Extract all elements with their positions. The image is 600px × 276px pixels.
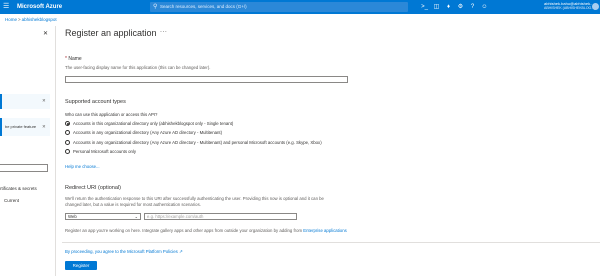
- policy-text: By proceeding, you agree to the Microsof…: [65, 249, 183, 255]
- register-button[interactable]: Register: [65, 261, 97, 270]
- radio-label: Personal Microsoft accounts only: [73, 148, 137, 154]
- page-title: Register an application: [65, 28, 157, 38]
- redirect-uri-placeholder: e.g. https://example.com/auth: [147, 214, 204, 219]
- gear-icon[interactable]: ⚙: [456, 2, 465, 12]
- platform-policies-link[interactable]: By proceeding, you agree to the Microsof…: [65, 249, 178, 254]
- top-bar: ☰ Microsoft Azure ⚲ Search resources, se…: [0, 0, 600, 14]
- close-icon[interactable]: ✕: [43, 30, 48, 37]
- search-icon: ⚲: [153, 4, 158, 10]
- divider: [62, 242, 600, 243]
- redirect-help-line1: We'll return the authentication response…: [65, 196, 324, 201]
- breadcrumb-home[interactable]: Home: [5, 17, 17, 22]
- radio-label: Accounts in any organizational directory…: [73, 139, 322, 145]
- feedback-icon[interactable]: ☺: [480, 2, 489, 12]
- name-help: The user-facing display name for this ap…: [65, 65, 211, 70]
- more-options-icon[interactable]: ...: [160, 27, 167, 34]
- breadcrumb-app[interactable]: abhishekblogspot: [22, 17, 57, 22]
- name-input[interactable]: [65, 76, 348, 83]
- breadcrumb-separator: >: [18, 17, 21, 22]
- user-account[interactable]: abhishek.bahu@abhishek... ABHISHEK (ABHI…: [544, 1, 596, 13]
- directory-filter-icon[interactable]: ◫: [432, 2, 441, 12]
- notice-text: be private feature: [5, 124, 37, 129]
- notice-banner: be private feature ✕: [0, 118, 50, 136]
- dismiss-icon[interactable]: ✕: [42, 124, 46, 130]
- platform-value: Web: [68, 214, 77, 219]
- redirect-heading: Redirect URI (optional): [65, 185, 121, 191]
- help-icon[interactable]: ?: [468, 2, 477, 12]
- nav-item-current[interactable]: Current: [4, 198, 19, 203]
- redirect-uri-input[interactable]: e.g. https://example.com/auth: [144, 213, 297, 220]
- name-label: * Name: [65, 56, 82, 62]
- notice-banner: ✕: [0, 94, 50, 109]
- search-input[interactable]: Search resources, services, and docs (G+…: [160, 2, 247, 12]
- account-types-question: Who can use this application or access t…: [65, 112, 158, 117]
- account-types-heading: Supported account types: [65, 99, 126, 105]
- radio-button[interactable]: [65, 130, 70, 135]
- radio-label: Accounts in this organizational director…: [73, 120, 234, 126]
- brand-title[interactable]: Microsoft Azure: [17, 3, 62, 11]
- external-link-icon: ↗: [178, 249, 183, 254]
- user-tenant: ABHISHEK (ABHISHEKBLOG...): [544, 6, 596, 10]
- nav-item-certificates[interactable]: rtificates & secrets: [0, 186, 37, 191]
- enterprise-applications-link[interactable]: Enterprise applications: [303, 228, 346, 233]
- hamburger-icon[interactable]: ☰: [3, 3, 11, 11]
- gallery-text: Register an app you're working on here. …: [65, 228, 347, 233]
- cloud-shell-icon[interactable]: >_: [420, 2, 429, 12]
- search-box[interactable]: ⚲ Search resources, services, and docs (…: [150, 2, 408, 12]
- search-input[interactable]: [0, 164, 48, 172]
- dismiss-icon[interactable]: ✕: [42, 98, 46, 104]
- platform-select[interactable]: Web ⌄: [65, 213, 141, 220]
- help-me-choose-link[interactable]: Help me choose...: [65, 164, 100, 170]
- breadcrumb: Home>abhishekblogspot: [5, 17, 57, 23]
- radio-label: Accounts in any organizational directory…: [73, 129, 223, 135]
- avatar[interactable]: [592, 3, 599, 10]
- redirect-help-line2: changed later, but a value is required f…: [65, 202, 201, 207]
- left-blade: ✕ ✕ be private feature ✕ rtificates & se…: [0, 26, 56, 276]
- radio-button[interactable]: [65, 149, 70, 154]
- chevron-down-icon: ⌄: [134, 214, 138, 219]
- bell-icon[interactable]: ♦: [444, 2, 453, 12]
- radio-button[interactable]: [65, 121, 70, 126]
- radio-button[interactable]: [65, 140, 70, 145]
